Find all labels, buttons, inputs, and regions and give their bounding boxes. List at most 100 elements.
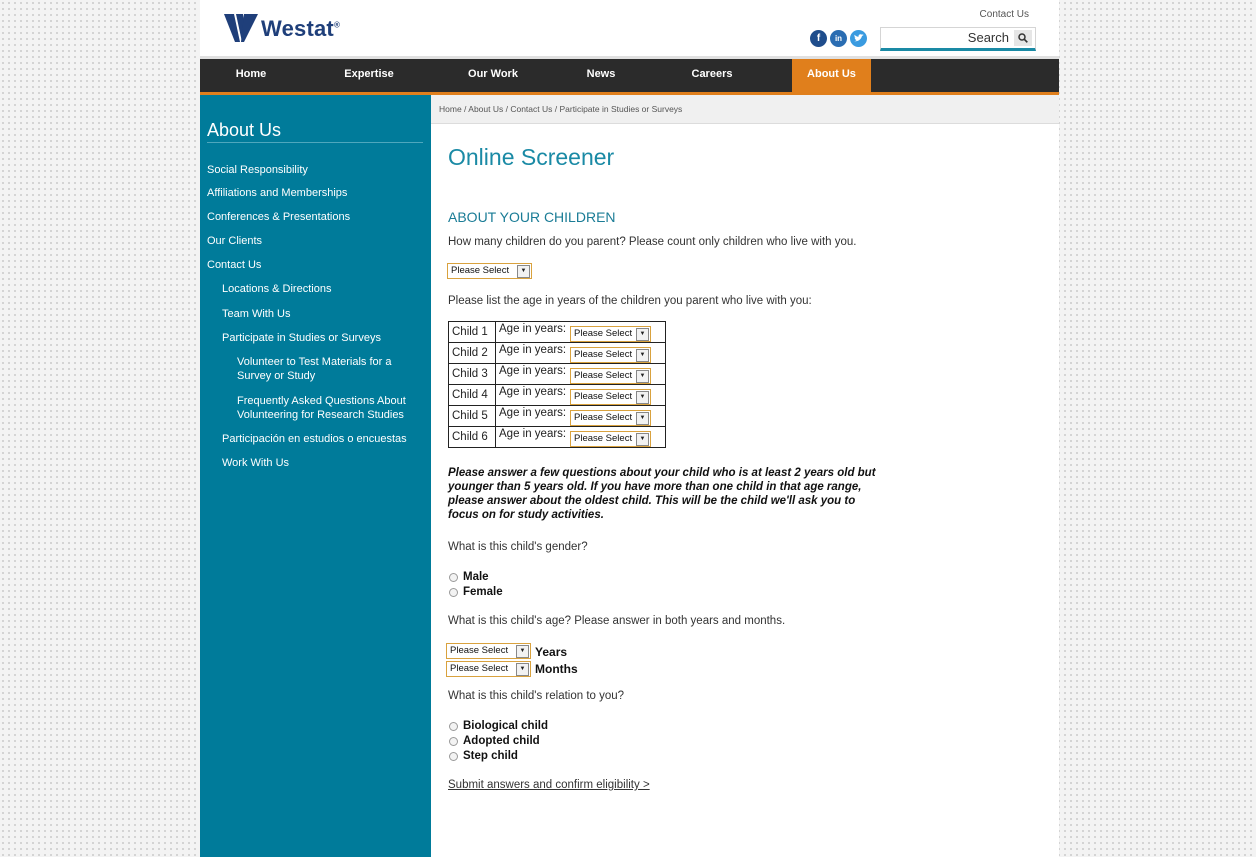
nav-home[interactable]: Home xyxy=(200,59,302,92)
westat-logo-icon xyxy=(224,14,258,42)
brand-name: Westat® xyxy=(261,16,341,41)
sidebar-item-conferences[interactable]: Conferences & Presentations xyxy=(207,210,350,224)
section-heading: ABOUT YOUR CHILDREN xyxy=(448,209,616,225)
search-placeholder: Search xyxy=(967,30,1009,45)
main-nav: Home Expertise Our Work News Careers Abo… xyxy=(200,59,1059,97)
child-5-age-select[interactable]: Please Select ▼ xyxy=(570,410,651,426)
nav-about-us[interactable]: About Us xyxy=(792,59,871,97)
months-label: Months xyxy=(535,662,578,676)
child-1-age-select[interactable]: Please Select ▼ xyxy=(570,326,651,342)
years-label: Years xyxy=(535,645,568,659)
radio-button[interactable] xyxy=(449,736,458,746)
age-label: Age in years: xyxy=(499,344,567,356)
search-input[interactable]: Search xyxy=(880,27,1036,51)
radio-button[interactable] xyxy=(449,587,458,597)
linkedin-icon[interactable]: in xyxy=(830,30,847,47)
age-label: Age in years: xyxy=(499,428,567,440)
chevron-down-icon: ▼ xyxy=(636,391,649,404)
age-years-select[interactable]: Please Select ▼ xyxy=(446,643,531,659)
sidebar-item-social-responsibility[interactable]: Social Responsibility xyxy=(207,163,308,177)
question-children-count: How many children do you parent? Please … xyxy=(448,236,857,248)
child-label: Child 5 xyxy=(448,405,496,427)
table-row: Child 2 Age in years: Please Select ▼ xyxy=(448,342,666,364)
sidebar-item-work-with-us[interactable]: Work With Us xyxy=(222,456,289,470)
child-3-age-select[interactable]: Please Select ▼ xyxy=(570,368,651,384)
select-value: Please Select xyxy=(450,663,509,674)
child-label: Child 4 xyxy=(448,384,496,406)
child-6-age-select[interactable]: Please Select ▼ xyxy=(570,431,651,447)
sidebar-item-faq-volunteering[interactable]: Frequently Asked Questions About Volunte… xyxy=(237,394,417,422)
sidebar-item-contact-us[interactable]: Contact Us xyxy=(207,258,261,272)
sidebar-item-affiliations[interactable]: Affiliations and Memberships xyxy=(207,186,347,200)
chevron-down-icon: ▼ xyxy=(636,370,649,383)
chevron-down-icon: ▼ xyxy=(517,265,530,278)
chevron-down-icon: ▼ xyxy=(636,412,649,425)
sidebar-divider xyxy=(207,142,423,143)
relation-option-step[interactable]: Step child xyxy=(449,750,518,762)
question-relation: What is this child's relation to you? xyxy=(448,690,625,702)
age-label: Age in years: xyxy=(499,386,567,398)
sidebar-item-participate[interactable]: Participate in Studies or Surveys xyxy=(222,331,381,345)
search-icon xyxy=(1018,33,1028,43)
select-value: Please Select xyxy=(574,349,633,360)
age-cell: Age in years: Please Select ▼ xyxy=(495,426,666,448)
search-button[interactable] xyxy=(1014,30,1032,46)
nav-expertise[interactable]: Expertise xyxy=(320,59,418,92)
radio-button[interactable] xyxy=(449,721,458,731)
age-cell: Age in years: Please Select ▼ xyxy=(495,321,666,343)
twitter-icon[interactable] xyxy=(850,30,867,47)
table-row: Child 6 Age in years: Please Select ▼ xyxy=(448,426,666,448)
nav-our-work[interactable]: Our Work xyxy=(448,59,538,92)
age-cell: Age in years: Please Select ▼ xyxy=(495,342,666,364)
sidebar-item-locations[interactable]: Locations & Directions xyxy=(222,282,331,296)
select-value: Please Select xyxy=(574,391,633,402)
age-cell: Age in years: Please Select ▼ xyxy=(495,363,666,385)
radio-label: Adopted child xyxy=(463,735,540,747)
table-row: Child 5 Age in years: Please Select ▼ xyxy=(448,405,666,427)
facebook-icon[interactable]: f xyxy=(810,30,827,47)
breadcrumb[interactable]: Home / About Us / Contact Us / Participa… xyxy=(439,104,682,114)
nav-news[interactable]: News xyxy=(562,59,640,92)
age-label: Age in years: xyxy=(499,407,567,419)
select-value: Please Select xyxy=(574,433,633,444)
age-label: Age in years: xyxy=(499,323,567,335)
relation-option-adopted[interactable]: Adopted child xyxy=(449,735,540,747)
submit-link[interactable]: Submit answers and confirm eligibility > xyxy=(448,779,650,791)
select-value: Please Select xyxy=(574,328,633,339)
sidebar-title: About Us xyxy=(207,120,282,140)
children-count-select[interactable]: Please Select ▼ xyxy=(447,263,532,279)
sidebar: About Us Social Responsibility Affiliati… xyxy=(200,95,431,857)
child-label: Child 2 xyxy=(448,342,496,364)
twitter-bird-glyph xyxy=(853,34,864,42)
radio-label: Female xyxy=(463,586,503,598)
chevron-down-icon: ▼ xyxy=(636,433,649,446)
sidebar-item-our-clients[interactable]: Our Clients xyxy=(207,234,262,248)
child-4-age-select[interactable]: Please Select ▼ xyxy=(570,389,651,405)
age-months-select[interactable]: Please Select ▼ xyxy=(446,661,531,677)
sidebar-item-participacion[interactable]: Participación en estudios o encuestas xyxy=(222,432,407,446)
child-label: Child 3 xyxy=(448,363,496,385)
contact-us-link[interactable]: Contact Us xyxy=(980,9,1029,20)
table-row: Child 4 Age in years: Please Select ▼ xyxy=(448,384,666,406)
gender-option-male[interactable]: Male xyxy=(449,571,489,583)
child-2-age-select[interactable]: Please Select ▼ xyxy=(570,347,651,363)
relation-option-biological[interactable]: Biological child xyxy=(449,720,548,732)
question-children-ages: Please list the age in years of the chil… xyxy=(448,295,812,307)
age-cell: Age in years: Please Select ▼ xyxy=(495,384,666,406)
radio-label: Biological child xyxy=(463,720,548,732)
westat-logo[interactable]: Westat® xyxy=(224,12,340,46)
chevron-down-icon: ▼ xyxy=(516,645,529,658)
gender-option-female[interactable]: Female xyxy=(449,586,503,598)
social-links: f in xyxy=(810,30,867,47)
radio-label: Step child xyxy=(463,750,518,762)
sidebar-item-volunteer[interactable]: Volunteer to Test Materials for a Survey… xyxy=(237,355,412,383)
radio-button[interactable] xyxy=(449,751,458,761)
nav-careers[interactable]: Careers xyxy=(670,59,754,92)
child-label: Child 6 xyxy=(448,426,496,448)
radio-label: Male xyxy=(463,571,489,583)
select-value: Please Select xyxy=(451,265,510,276)
sidebar-item-team-with-us[interactable]: Team With Us xyxy=(222,307,290,321)
radio-button[interactable] xyxy=(449,572,458,582)
focus-child-instruction: Please answer a few questions about your… xyxy=(448,467,876,521)
select-value: Please Select xyxy=(574,412,633,423)
